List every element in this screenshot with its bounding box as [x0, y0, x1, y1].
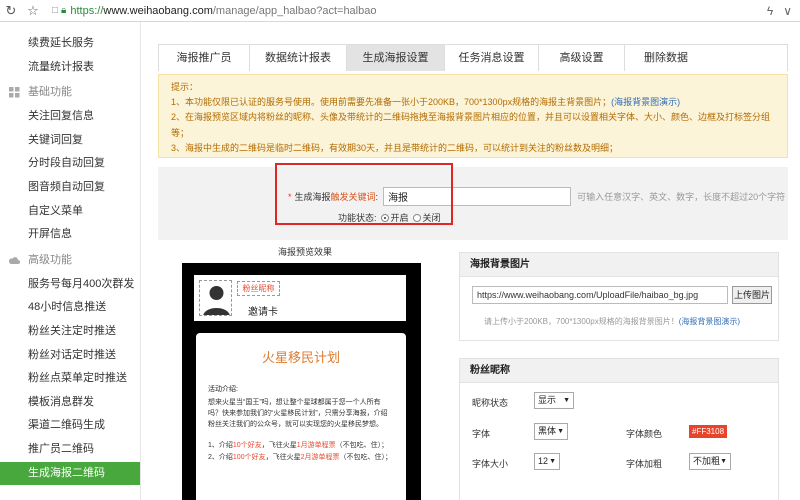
activity-heading: 活动介绍:: [208, 386, 238, 393]
keyword-label-colon: :: [375, 191, 379, 202]
status-on-radio[interactable]: 开启: [380, 211, 409, 224]
sidebar-item-chat-timed-push[interactable]: 粉丝对话定时推送: [0, 344, 140, 368]
status-off-radio[interactable]: 关闭: [412, 211, 441, 224]
sidebar-item-timed-reply[interactable]: 分时段自动回复: [0, 152, 140, 176]
bolt-icon[interactable]: ϟ: [767, 4, 773, 18]
nick-status-label: 昵称状态: [472, 398, 509, 408]
refresh-icon[interactable]: ↻: [0, 0, 22, 22]
font-color-input[interactable]: #FF3108: [689, 425, 728, 438]
sidebar-group-advanced: 高级功能: [0, 247, 140, 273]
dropdown-arrow-icon: ▼: [720, 458, 727, 465]
main-content: 海报推广员 数据统计报表 生成海报设置 任务消息设置 高级设置 删除数据 提示：…: [158, 44, 788, 240]
lock-icon: 🔒︎: [61, 5, 67, 16]
tab-advanced[interactable]: 高级设置: [539, 45, 625, 71]
font-bold-label: 字体加粗: [626, 459, 663, 469]
sidebar-item-traffic-report[interactable]: 流量统计报表: [0, 56, 140, 80]
reward-item: 1、介绍10个好友，飞往火星1月游单程票（不包吃、住）；: [208, 442, 389, 449]
address-bar[interactable]: □ 🔒︎ https:// www.weihaobang.com /manage…: [52, 2, 376, 20]
nick-status-select[interactable]: 显示 ▼: [534, 392, 574, 409]
radio-selected-icon: [380, 213, 389, 222]
sidebar-item-keyword-reply[interactable]: 关键词回复: [0, 129, 140, 153]
sidebar-item-menu-timed-push[interactable]: 粉丝点菜单定时推送: [0, 367, 140, 391]
bg-hint: 请上传小于200KB，700*1300px规格的海报背景图片！(海报背景图演示): [484, 317, 741, 326]
tab-poster-settings[interactable]: 生成海报设置: [347, 45, 445, 71]
font-bold-select[interactable]: 不加粗 ▼: [689, 453, 731, 470]
tips-line-2: 2、在海报预览区域内将粉丝的昵称、头像及带统计的二维码拖拽至海报背景图片相应的位…: [171, 112, 771, 138]
sidebar-item-custom-menu[interactable]: 自定义菜单: [0, 200, 140, 224]
nickname-placeholder[interactable]: 粉丝昵称: [237, 281, 280, 296]
tab-bar: 海报推广员 数据统计报表 生成海报设置 任务消息设置 高级设置 删除数据: [158, 44, 788, 71]
user-silhouette-icon: [203, 286, 230, 315]
keyword-form: * 生成海报 触发关键词 : 可输入任意汉字、英文、数字，长度不超过20个字符 …: [158, 163, 788, 240]
sidebar-item-48h-push[interactable]: 48小时信息推送: [0, 296, 140, 320]
tips-line-3: 3、海报中生成的二维码是临时二维码，有效期30天，并且是带统计的二维码，可以统计…: [171, 142, 619, 153]
url-host: www.weihaobang.com: [103, 4, 213, 17]
sidebar-group-basic: 基础功能: [0, 79, 140, 105]
tab-poster-promoter[interactable]: 海报推广员: [159, 45, 250, 71]
status-label: 功能状态:: [338, 213, 377, 223]
tab-stats-report[interactable]: 数据统计报表: [250, 45, 347, 71]
poster-title: 火星移民计划: [261, 350, 340, 365]
nickname-panel: 粉丝昵称 昵称状态 显示 ▼ 字体 黑体 ▼ 字体颜色 #FF3108 字体大小 1…: [459, 358, 779, 500]
sidebar-item-splash[interactable]: 开屏信息: [0, 223, 140, 247]
bg-image-panel: 海报背景图片 https://www.weihaobang.com/Upload…: [459, 252, 779, 341]
sidebar-item-promoter-qr[interactable]: 推广员二维码: [0, 438, 140, 462]
sidebar-group-label: 基础功能: [28, 86, 72, 99]
sidebar-item-channel-qr[interactable]: 渠道二维码生成: [0, 414, 140, 438]
chevron-down-icon[interactable]: ∨: [783, 4, 792, 18]
keyword-input[interactable]: [383, 187, 572, 206]
invite-card: 粉丝昵称 邀请卡: [194, 275, 406, 321]
url-path: /manage/app_halbao?act=halbao: [212, 4, 377, 17]
tips-box: 提示： 1、本功能仅限已认证的服务号使用。使用前需要先准备一张小于200KB，7…: [158, 74, 788, 158]
upload-image-button[interactable]: 上传图片: [732, 286, 772, 304]
tab-task-message[interactable]: 任务消息设置: [445, 45, 539, 71]
dropdown-arrow-icon: ▼: [563, 397, 570, 404]
keyword-label-prefix: 生成海报: [294, 192, 331, 202]
poster-content: 火星移民计划 活动介绍: 想来火星当“国王”吗，想让整个星球都属于您一个人所有吗…: [196, 333, 406, 500]
font-select[interactable]: 黑体 ▼: [534, 423, 568, 440]
invite-card-text: 邀请卡: [248, 307, 278, 318]
star-icon[interactable]: ☆: [22, 0, 44, 22]
bg-url-input[interactable]: https://www.weihaobang.com/UploadFile/ha…: [472, 286, 728, 304]
url-scheme: https://: [70, 4, 104, 17]
tips-title: 提示：: [171, 82, 199, 92]
dropdown-arrow-icon: ▼: [557, 428, 564, 435]
sidebar-item-poster-qr[interactable]: 生成海报二维码: [0, 461, 140, 486]
radio-empty-icon: [412, 213, 421, 222]
bg-demo-link[interactable]: (海报背景图演示): [611, 97, 680, 107]
sidebar-item-renew[interactable]: 续费延长服务: [0, 32, 140, 56]
dropdown-arrow-icon: ▼: [549, 458, 556, 465]
keyword-hint: 可输入任意汉字、英文、数字，长度不超过20个字符: [577, 192, 786, 202]
tips-line-1: 1、本功能仅限已认证的服务号使用。使用前需要先准备一张小于200KB，700*1…: [171, 97, 612, 108]
avatar-placeholder[interactable]: [199, 280, 232, 316]
status-on-label: 开启: [390, 213, 409, 223]
sidebar: 续费延长服务 流量统计报表 基础功能 关注回复信息 关键词回复 分时段自动回复 …: [0, 22, 141, 500]
sidebar-item-follow-reply[interactable]: 关注回复信息: [0, 105, 140, 129]
required-mark: *: [288, 191, 292, 202]
cloud-icon: [8, 254, 20, 266]
sidebar-item-mass-400[interactable]: 服务号每月400次群发: [0, 273, 140, 297]
reward-list: 1、介绍10个好友，飞往火星1月游单程票（不包吃、住）； 2、介绍100个好友，…: [208, 440, 394, 464]
poster-preview: 粉丝昵称 邀请卡 火星移民计划 活动介绍: 想来火星当“国王”吗，想让整个星球都…: [182, 263, 421, 500]
sidebar-group-label: 高级功能: [28, 253, 72, 266]
nick-panel-title: 粉丝昵称: [460, 359, 778, 383]
sidebar-item-follow-timed-push[interactable]: 粉丝关注定时推送: [0, 320, 140, 344]
sidebar-item-media-reply[interactable]: 图音频自动回复: [0, 176, 140, 200]
keyword-label-highlight: 触发关键词: [330, 192, 376, 202]
shield-icon: □: [52, 5, 59, 16]
status-off-label: 关闭: [422, 213, 441, 223]
activity-body: 想来火星当“国王”吗，想让整个星球都属于您一个人所有吗？快来参加我们的“火星移民…: [208, 399, 388, 428]
font-label: 字体: [472, 429, 491, 439]
bg-panel-title: 海报背景图片: [460, 253, 778, 277]
font-size-select[interactable]: 12 ▼: [534, 453, 560, 470]
tab-delete-data[interactable]: 删除数据: [625, 45, 707, 71]
grid-icon: [8, 86, 20, 98]
preview-label: 海报预览效果: [278, 247, 333, 257]
font-color-label: 字体颜色: [626, 429, 663, 439]
bg-demo-link-2[interactable]: (海报背景图演示): [679, 317, 740, 326]
reward-item: 2、介绍100个好友，飞往火星2月游单程票（不包吃、住）；: [208, 454, 392, 461]
sidebar-item-template-mass[interactable]: 模板消息群发: [0, 391, 140, 415]
font-size-label: 字体大小: [472, 459, 509, 469]
browser-toolbar: ↻ ☆ □ 🔒︎ https:// www.weihaobang.com /ma…: [0, 0, 800, 22]
